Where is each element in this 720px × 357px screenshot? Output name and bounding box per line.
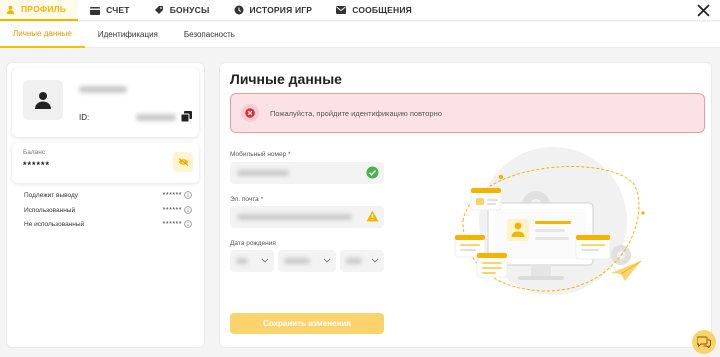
balance-card: Баланс ******: [12, 143, 199, 183]
tab-label: СЧЕТ: [106, 5, 130, 15]
chat-icon: [697, 336, 711, 348]
avatar: [23, 80, 63, 120]
phone-label: Мобильный номер *: [230, 151, 291, 158]
wallet-icon: [90, 6, 101, 15]
close-icon[interactable]: [697, 4, 710, 17]
error-icon: [241, 104, 259, 122]
check-circle-icon: [366, 166, 379, 179]
stat-label: Подлежит выводу: [24, 191, 79, 199]
eye-off-icon: [178, 158, 188, 166]
stat-withdrawable: Подлежит выводу ******: [24, 189, 192, 201]
tab-bonuses[interactable]: БОНУСЫ: [142, 0, 222, 21]
profile-illustration: [454, 147, 645, 295]
tab-label: ИСТОРИЯ ИГР: [249, 5, 313, 15]
year-value-blurred: [346, 258, 362, 264]
warning-icon: [366, 210, 379, 222]
tab-account[interactable]: СЧЕТ: [78, 0, 142, 21]
day-value-blurred: [236, 258, 248, 264]
tab-label: СООБЩЕНИЯ: [352, 5, 412, 15]
tag-icon: [154, 6, 163, 14]
copy-icon[interactable]: [181, 111, 192, 122]
tab-label: ПРОФИЛЬ: [21, 4, 67, 14]
phone-value-blurred: [237, 170, 289, 176]
stat-label: Использованный: [24, 206, 76, 214]
month-value-blurred: [284, 258, 310, 264]
top-nav: ПРОФИЛЬ СЧЕТ БОНУСЫ ИСТОРИЯ ИГР СООБЩЕНИ…: [0, 0, 720, 21]
info-icon[interactable]: [184, 220, 192, 228]
stat-unused: Не использованный ******: [24, 218, 192, 230]
mail-icon: [336, 6, 347, 14]
alert-text: Пожалуйста, пройдите идентификацию повто…: [270, 108, 442, 118]
balance-label: Баланс: [23, 149, 46, 156]
info-icon[interactable]: [184, 206, 192, 214]
tab-game-history[interactable]: ИСТОРИЯ ИГР: [222, 0, 325, 21]
page-title: Личные данные: [230, 71, 342, 87]
email-label: Эл. почта *: [230, 196, 264, 203]
tab-label: БОНУСЫ: [169, 5, 210, 15]
balance-value: ******: [23, 160, 51, 170]
user-id-blurred: [136, 114, 176, 121]
history-icon: [234, 5, 243, 15]
stat-value: ******: [162, 220, 182, 228]
year-select[interactable]: [340, 250, 384, 272]
chevron-down-icon: [323, 258, 331, 263]
email-value-blurred: [237, 214, 352, 220]
stat-used: Использованный ******: [24, 204, 192, 216]
day-select[interactable]: [230, 250, 274, 272]
email-field[interactable]: [230, 206, 384, 228]
chevron-down-icon: [371, 258, 379, 263]
support-chat-button[interactable]: [692, 330, 716, 354]
id-label: ID:: [79, 113, 90, 122]
phone-field[interactable]: [230, 162, 384, 184]
identification-alert: Пожалуйста, пройдите идентификацию повто…: [230, 93, 705, 133]
tab-messages[interactable]: СООБЩЕНИЯ: [324, 0, 424, 21]
user-icon: [6, 5, 15, 14]
stat-value: ******: [162, 206, 182, 214]
sub-nav: Личные данные Идентификация Безопасность: [0, 22, 720, 48]
tab-profile[interactable]: ПРОФИЛЬ: [0, 0, 79, 21]
save-changes-button[interactable]: Сохранить изменения: [230, 313, 384, 334]
info-icon[interactable]: [184, 191, 192, 199]
user-icon: [35, 92, 51, 109]
personal-data-panel: Личные данные Пожалуйста, пройдите идент…: [219, 62, 712, 348]
stat-label: Не использованный: [24, 220, 85, 228]
profile-card: ID:: [12, 68, 199, 137]
subtab-security[interactable]: Безопасность: [171, 22, 248, 48]
dob-selects: [230, 250, 384, 272]
dob-label: Дата рождения: [230, 240, 276, 247]
profile-sidebar: ID: Баланс ****** Подлежит выводу ******…: [6, 62, 205, 348]
month-select[interactable]: [278, 250, 336, 272]
chevron-down-icon: [261, 258, 269, 263]
username-blurred: [79, 86, 127, 93]
toggle-balance-visibility-button[interactable]: [173, 152, 193, 172]
stat-value: ******: [162, 191, 182, 199]
subtab-identification[interactable]: Идентификация: [85, 22, 171, 48]
subtab-personal-data[interactable]: Личные данные: [0, 22, 85, 48]
